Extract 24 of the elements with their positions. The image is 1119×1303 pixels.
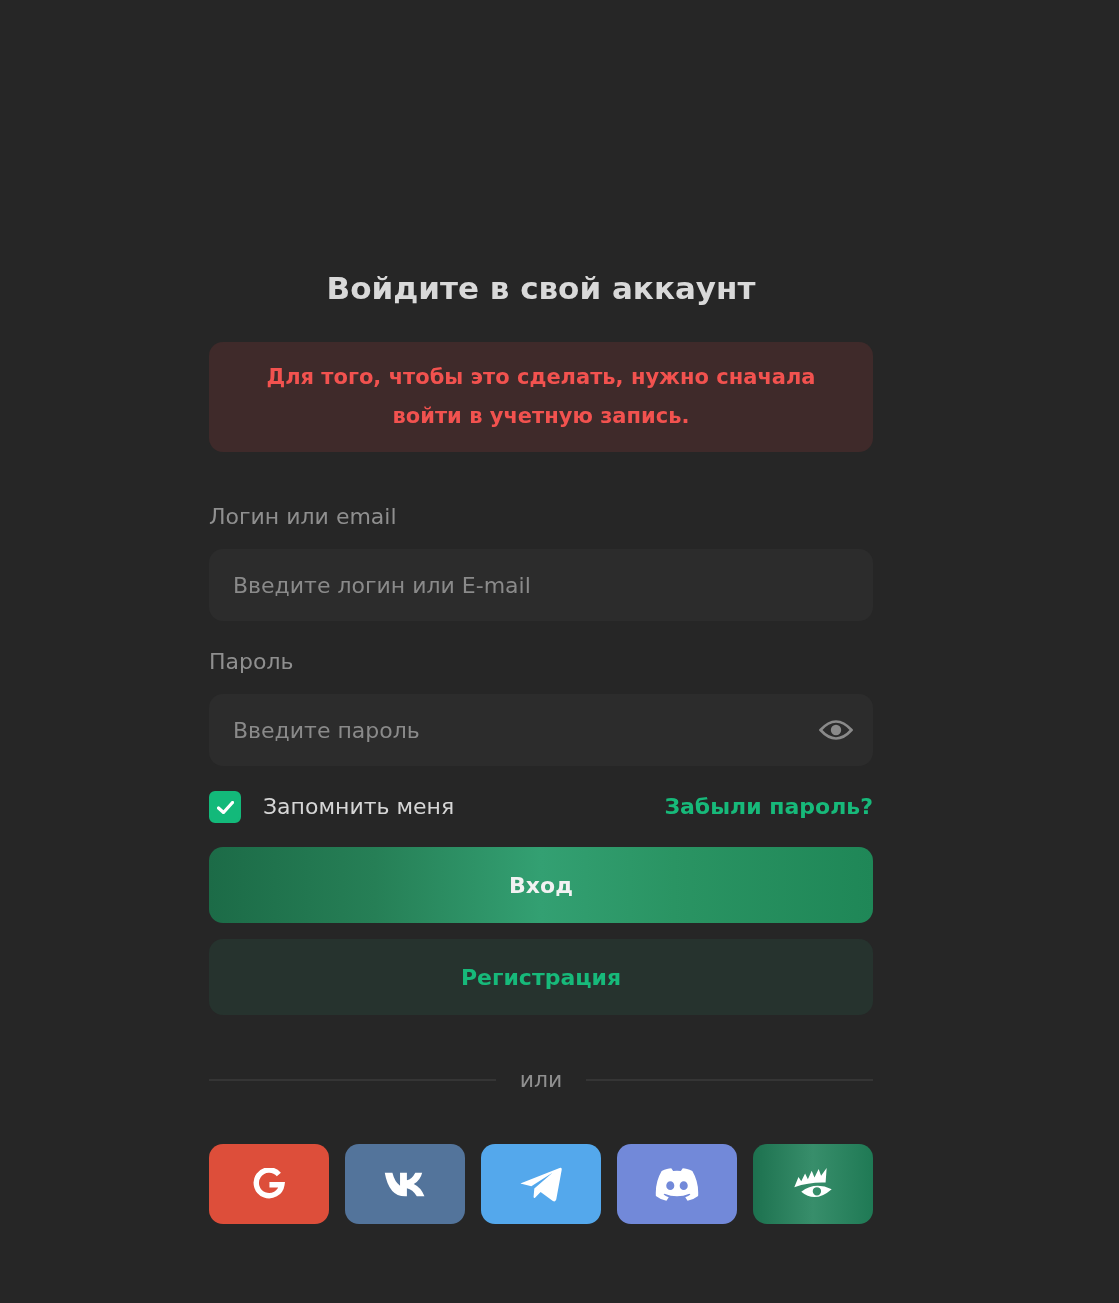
page-title: Войдите в свой аккаунт [326,269,756,308]
remember-checkbox[interactable] [209,791,241,823]
show-password-eye-icon[interactable] [819,719,853,741]
divider-label: или [519,1066,563,1094]
login-button[interactable]: Вход [209,847,873,923]
paper-plane-icon [520,1166,562,1202]
spiked-eye-icon [794,1168,832,1200]
eye-logo-login-button[interactable] [753,1144,873,1224]
remember-me-label[interactable]: Запомнить меня [263,792,455,822]
google-login-button[interactable] [209,1144,329,1224]
field-label: Логин или email [209,503,397,531]
game-controller-face-icon [655,1167,699,1201]
login-field[interactable]: Введите логин или E-mail [209,549,873,621]
forgot-password-link[interactable]: Забыли пароль? [664,792,873,822]
telegram-login-button[interactable] [481,1144,601,1224]
field-label: Пароль [209,648,294,676]
discord-login-button[interactable] [617,1144,737,1224]
vk-login-button[interactable] [345,1144,465,1224]
google-g-icon [253,1168,285,1200]
checkmark-icon [216,800,234,814]
vk-logo-icon [384,1170,426,1198]
error-alert: Для того, чтобы это сделать, нужно сначала войти в учетную запись. [209,342,873,452]
password-field[interactable]: Введите пароль [209,694,873,766]
register-button[interactable]: Регистрация [209,939,873,1015]
